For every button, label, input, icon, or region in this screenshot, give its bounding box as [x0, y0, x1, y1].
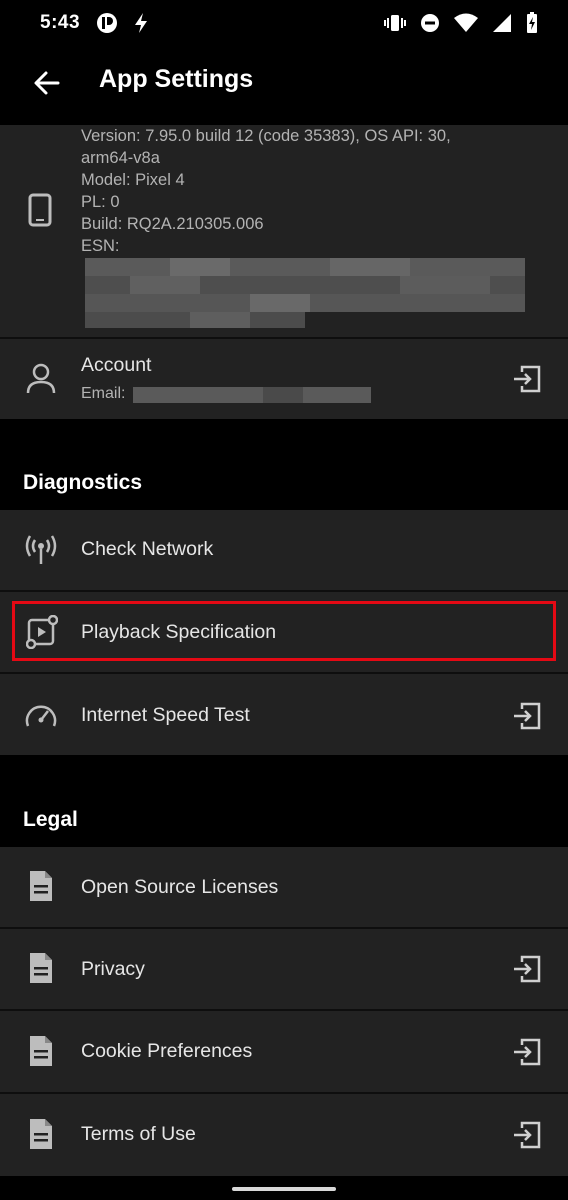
privacy-label: Privacy	[81, 958, 145, 980]
redacted-email	[133, 387, 371, 403]
speedometer-icon	[25, 705, 57, 727]
person-icon	[26, 363, 56, 394]
page-title: App Settings	[99, 65, 254, 93]
highlight-box	[12, 601, 556, 661]
redacted-esn	[70, 255, 530, 330]
device-info-text: Version: 7.95.0 build 12 (code 35383), O…	[81, 125, 451, 257]
status-time: 5:43	[40, 12, 81, 33]
flash-icon	[135, 13, 147, 33]
open-source-licenses-row[interactable]: Open Source Licenses	[0, 847, 568, 927]
battery-icon	[527, 12, 537, 33]
device-info-card: Version: 7.95.0 build 12 (code 35383), O…	[0, 125, 568, 337]
document-icon	[30, 1119, 52, 1149]
open-external-icon[interactable]	[512, 1120, 542, 1150]
status-bar: 5:43	[0, 0, 568, 48]
arch-text: arm64-v8a	[81, 149, 160, 167]
account-title: Account	[81, 354, 152, 376]
antenna-icon	[25, 535, 57, 564]
account-row[interactable]: Account Email:	[0, 339, 568, 419]
model-text: Model: Pixel 4	[81, 171, 185, 189]
cookie-preferences-label: Cookie Preferences	[81, 1040, 253, 1062]
vibrate-icon	[384, 15, 406, 31]
home-indicator[interactable]	[232, 1187, 336, 1191]
open-external-icon[interactable]	[512, 364, 542, 394]
terms-of-use-row[interactable]: Terms of Use	[0, 1094, 568, 1176]
privacy-row[interactable]: Privacy	[0, 929, 568, 1009]
back-arrow-icon[interactable]	[32, 68, 62, 98]
version-text: Version: 7.95.0 build 12 (code 35383), O…	[81, 127, 451, 145]
account-email-label: Email:	[81, 385, 126, 402]
check-network-row[interactable]: Check Network	[0, 510, 568, 590]
cookie-preferences-row[interactable]: Cookie Preferences	[0, 1011, 568, 1092]
pl-text: PL: 0	[81, 193, 120, 211]
open-external-icon[interactable]	[512, 1037, 542, 1067]
document-icon	[30, 953, 52, 983]
app-notification-icon	[97, 13, 117, 33]
open-external-icon[interactable]	[512, 954, 542, 984]
open-source-licenses-label: Open Source Licenses	[81, 876, 279, 898]
phone-icon	[28, 193, 52, 227]
signal-icon	[493, 14, 511, 32]
internet-speed-test-row[interactable]: Internet Speed Test	[0, 674, 568, 755]
legal-heading: Legal	[23, 808, 78, 831]
terms-of-use-label: Terms of Use	[81, 1123, 196, 1145]
build-text: Build: RQ2A.210305.006	[81, 215, 264, 233]
internet-speed-test-label: Internet Speed Test	[81, 704, 250, 726]
do-not-disturb-icon	[421, 14, 439, 32]
document-icon	[30, 1036, 52, 1066]
check-network-label: Check Network	[81, 538, 214, 560]
diagnostics-heading: Diagnostics	[23, 471, 143, 494]
document-icon	[30, 871, 52, 901]
wifi-icon	[454, 13, 478, 32]
esn-label: ESN:	[81, 237, 120, 255]
open-external-icon[interactable]	[512, 701, 542, 731]
app-bar: App Settings	[0, 48, 568, 124]
